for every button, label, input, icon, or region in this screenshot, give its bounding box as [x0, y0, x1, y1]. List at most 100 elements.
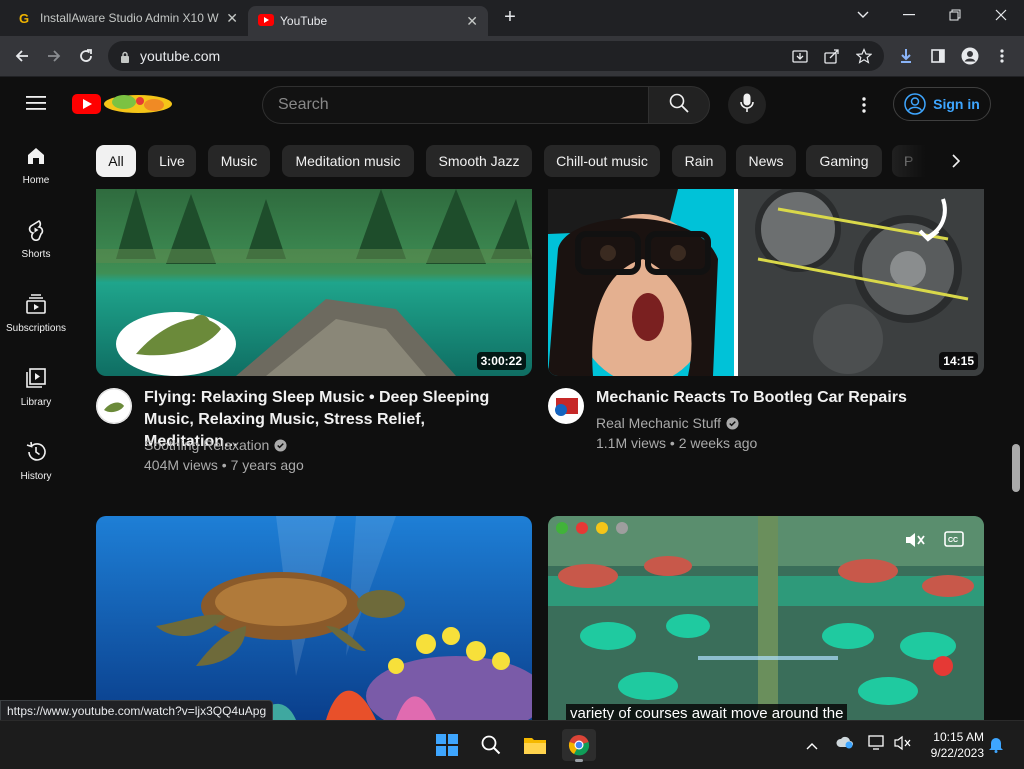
- volume-muted-icon[interactable]: [894, 735, 912, 756]
- history-icon: [26, 441, 46, 461]
- mute-icon[interactable]: [904, 530, 926, 555]
- settings-menu-icon[interactable]: [862, 97, 866, 118]
- channel-name-text: Real Mechanic Stuff: [596, 415, 722, 431]
- sign-in-label: Sign in: [933, 96, 980, 112]
- sidebar-item-shorts[interactable]: Shorts: [0, 202, 72, 276]
- hamburger-menu-icon[interactable]: [26, 95, 46, 116]
- subscriptions-icon: [26, 293, 46, 314]
- chip-rain[interactable]: Rain: [672, 145, 726, 177]
- url-text: youtube.com: [140, 48, 221, 64]
- chip-music[interactable]: Music: [208, 145, 270, 177]
- home-icon: [28, 147, 44, 164]
- browser-menu-icon[interactable]: [990, 44, 1014, 68]
- restore-icon[interactable]: [932, 0, 978, 30]
- channel-avatar[interactable]: [96, 388, 132, 424]
- chip-meditation-music[interactable]: Meditation music: [282, 145, 414, 177]
- chrome-taskbar-button[interactable]: [562, 729, 596, 762]
- start-button[interactable]: [430, 729, 464, 761]
- video-caption: variety of courses await move around the: [566, 704, 848, 720]
- sidebar-item-label: History: [20, 470, 52, 482]
- verified-icon: [726, 416, 739, 430]
- sidebar-item-home[interactable]: Home: [0, 128, 72, 202]
- browser-tab-strip: G InstallAware Studio Admin X10 W ✕ YouT…: [0, 0, 1024, 36]
- voice-search-button[interactable]: [728, 86, 766, 124]
- svg-text:CC: CC: [948, 537, 958, 544]
- system-clock[interactable]: 10:15 AM 9/22/2023: [931, 729, 984, 761]
- sidebar-item-library[interactable]: Library: [0, 350, 72, 424]
- sidebar-item-label: Shorts: [21, 248, 51, 260]
- reload-icon[interactable]: [74, 44, 98, 68]
- video-thumbnail[interactable]: [96, 516, 532, 720]
- chip-live[interactable]: Live: [148, 145, 196, 177]
- forest-lake-image: [96, 189, 532, 376]
- minimize-icon[interactable]: [886, 0, 932, 30]
- video-duration: 3:00:22: [476, 352, 526, 370]
- shorts-icon: [28, 219, 44, 241]
- forward-icon[interactable]: [42, 44, 66, 68]
- chip-news[interactable]: News: [736, 145, 796, 177]
- bookmark-star-icon[interactable]: [855, 48, 873, 69]
- clock-date: 9/22/2023: [930, 746, 984, 760]
- share-icon[interactable]: [824, 48, 840, 69]
- channel-name[interactable]: Real Mechanic Stuff: [596, 413, 739, 433]
- search-input[interactable]: Search: [262, 86, 648, 124]
- search-icon: [669, 93, 689, 118]
- lock-icon: [120, 50, 130, 63]
- onedrive-icon[interactable]: [836, 735, 854, 754]
- video-title-line: Flying: Relaxing Sleep Music • Deep Slee…: [144, 389, 490, 406]
- video-duration: 14:15: [939, 352, 978, 370]
- new-tab-button[interactable]: +: [500, 4, 520, 30]
- sidebar-item-history[interactable]: History: [0, 424, 72, 498]
- channel-name-text: Soothing Relaxation: [144, 437, 270, 453]
- microphone-icon: [740, 93, 754, 118]
- youtube-logo[interactable]: [72, 93, 176, 120]
- chips-next-button[interactable]: [944, 150, 968, 172]
- channel-name[interactable]: Soothing Relaxation: [144, 435, 287, 455]
- tab-installaware[interactable]: G InstallAware Studio Admin X10 W ✕: [8, 4, 248, 32]
- tab-search-icon[interactable]: [840, 0, 886, 30]
- back-icon[interactable]: [10, 44, 34, 68]
- video-thumbnail[interactable]: 3:00:22: [96, 189, 532, 376]
- windows-logo-icon: [436, 734, 458, 756]
- install-app-icon[interactable]: [792, 48, 808, 69]
- captions-icon[interactable]: CC: [944, 531, 964, 552]
- channel-avatar[interactable]: [548, 388, 584, 424]
- taskbar-search-button[interactable]: [474, 729, 508, 761]
- verified-icon: [274, 438, 287, 452]
- page-scrollbar[interactable]: [1012, 444, 1020, 492]
- file-explorer-button[interactable]: [518, 729, 552, 761]
- notification-bell-icon[interactable]: [988, 735, 1004, 758]
- side-panel-icon[interactable]: [926, 44, 950, 68]
- tab-close-icon[interactable]: ✕: [226, 10, 238, 27]
- tab-youtube[interactable]: YouTube ✕: [248, 6, 488, 36]
- search-placeholder: Search: [278, 96, 329, 113]
- chrome-icon: [568, 735, 590, 756]
- chip-gaming[interactable]: Gaming: [806, 145, 882, 177]
- extension-icon[interactable]: [894, 44, 918, 68]
- video-title[interactable]: Mechanic Reacts To Bootleg Car Repairs: [596, 387, 966, 409]
- close-window-icon[interactable]: [978, 0, 1024, 30]
- tab-title: InstallAware Studio Admin X10 W: [40, 11, 219, 25]
- chip-smooth-jazz[interactable]: Smooth Jazz: [426, 145, 532, 177]
- video-thumbnail[interactable]: CC variety of courses await move around …: [548, 516, 984, 720]
- chip-chill-out-music[interactable]: Chill-out music: [544, 145, 660, 177]
- status-url-bubble: https://www.youtube.com/watch?v=ljx3QQ4u…: [0, 700, 274, 722]
- sidebar-item-label: Subscriptions: [5, 322, 67, 334]
- tab-title: YouTube: [280, 14, 328, 28]
- sidebar-item-subscriptions[interactable]: Subscriptions: [0, 276, 72, 350]
- chip-all[interactable]: All: [96, 145, 136, 177]
- network-icon[interactable]: [868, 735, 886, 756]
- folder-icon: [524, 738, 546, 754]
- address-bar[interactable]: youtube.com: [108, 41, 884, 71]
- sign-in-button[interactable]: Sign in: [893, 87, 991, 121]
- tab-close-icon[interactable]: ✕: [466, 13, 478, 30]
- youtube-favicon-icon: [258, 14, 274, 28]
- tray-overflow-icon[interactable]: [806, 737, 818, 755]
- mechanic-reaction-image: [548, 189, 984, 376]
- video-thumbnail[interactable]: 14:15: [548, 189, 984, 376]
- running-indicator: [575, 759, 583, 762]
- search-button[interactable]: [648, 86, 710, 124]
- profile-icon[interactable]: [958, 44, 982, 68]
- filter-chips-bar: All Live Music Meditation music Smooth J…: [96, 144, 976, 178]
- video-meta: 1.1M views • 2 weeks ago: [596, 435, 758, 451]
